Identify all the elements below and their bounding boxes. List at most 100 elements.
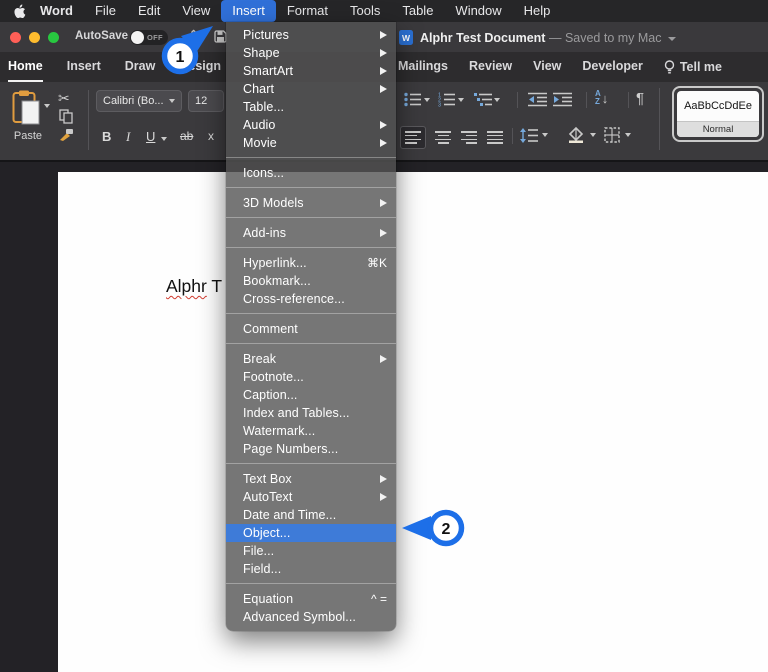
menubar-item-format[interactable]: Format [276, 0, 339, 22]
menu-item-chart[interactable]: Chart [226, 80, 396, 98]
menu-item-date-and-time[interactable]: Date and Time... [226, 506, 396, 524]
font-name-select[interactable]: Calibri (Bo... [96, 90, 182, 112]
font-name-chevron-icon [169, 99, 175, 103]
strikethrough-button[interactable]: ab [180, 129, 193, 143]
menu-item-smartart[interactable]: SmartArt [226, 62, 396, 80]
underline-chevron-icon[interactable] [161, 137, 167, 141]
truncated-word: T [211, 276, 222, 296]
menu-item-movie[interactable]: Movie [226, 134, 396, 152]
apple-icon[interactable] [9, 4, 29, 19]
menubar-item-view[interactable]: View [171, 0, 221, 22]
line-spacing-chevron-icon[interactable] [542, 133, 548, 137]
bullet-list-button[interactable] [404, 92, 421, 112]
style-card-normal[interactable]: AaBbCcDdEe Normal [672, 86, 764, 142]
menu-item-add-ins[interactable]: Add-ins [226, 224, 396, 242]
menu-item-index-and-tables[interactable]: Index and Tables... [226, 404, 396, 422]
borders-chevron-icon[interactable] [625, 133, 631, 137]
paste-icon[interactable] [12, 90, 42, 131]
menu-item-cross-reference[interactable]: Cross-reference... [226, 290, 396, 308]
cut-icon[interactable]: ✂ [58, 90, 70, 107]
callout-1-number: 1 [176, 49, 185, 66]
menu-separator [226, 187, 396, 188]
menu-item-advanced-symbol[interactable]: Advanced Symbol... [226, 608, 396, 626]
menubar-item-tools[interactable]: Tools [339, 0, 391, 22]
bullet-list-chevron-icon[interactable] [424, 98, 430, 102]
menu-item-autotext[interactable]: AutoText [226, 488, 396, 506]
menu-item-table[interactable]: Table... [226, 98, 396, 116]
callout-2-pointer-icon [402, 516, 431, 540]
menubar-item-table[interactable]: Table [391, 0, 444, 22]
tab-review[interactable]: Review [469, 52, 512, 82]
menu-item-hyperlink[interactable]: Hyperlink...⌘K [226, 254, 396, 272]
menubar-item-word[interactable]: Word [29, 0, 84, 22]
italic-button[interactable]: I [126, 129, 130, 145]
increase-indent-button[interactable] [553, 92, 572, 112]
menu-separator [226, 247, 396, 248]
menubar-item-window[interactable]: Window [444, 0, 512, 22]
minimize-window-button[interactable] [29, 32, 40, 43]
menu-item-watermark[interactable]: Watermark... [226, 422, 396, 440]
zoom-window-button[interactable] [48, 32, 59, 43]
numbered-list-button[interactable]: 123 [438, 92, 455, 112]
macos-menubar: WordFileEditViewInsertFormatToolsTableWi… [0, 0, 768, 22]
menubar-item-edit[interactable]: Edit [127, 0, 171, 22]
subscript-button[interactable]: x [208, 129, 214, 143]
align-right-button[interactable] [457, 127, 481, 148]
word-doc-icon: W [399, 30, 413, 45]
align-left-button[interactable] [400, 126, 426, 149]
submenu-arrow-icon [380, 85, 387, 93]
tab-mailings[interactable]: Mailings [398, 52, 448, 82]
tab-developer[interactable]: Developer [582, 52, 642, 82]
menu-item-object[interactable]: Object... [226, 524, 396, 542]
align-center-button[interactable] [431, 127, 455, 148]
menu-item-equation[interactable]: Equation^ = [226, 590, 396, 608]
tab-tell-me[interactable]: Tell me [664, 52, 722, 82]
menu-item-pictures[interactable]: Pictures [226, 26, 396, 44]
close-window-button[interactable] [10, 32, 21, 43]
menu-item-bookmark[interactable]: Bookmark... [226, 272, 396, 290]
paste-button-label[interactable]: Paste [10, 130, 46, 142]
sort-button[interactable]: AZ ↓ [595, 90, 608, 106]
menu-item-comment[interactable]: Comment [226, 320, 396, 338]
menu-separator [226, 217, 396, 218]
menubar-item-insert[interactable]: Insert [221, 0, 276, 22]
menu-item-page-numbers[interactable]: Page Numbers... [226, 440, 396, 458]
numbered-list-chevron-icon[interactable] [458, 98, 464, 102]
line-spacing-button[interactable] [520, 128, 538, 148]
multilevel-list-button[interactable] [474, 92, 492, 112]
bold-button[interactable]: B [102, 129, 111, 144]
tab-view[interactable]: View [533, 52, 561, 82]
font-size-select[interactable]: 12 [188, 90, 224, 112]
paragraph-mark-button[interactable]: ¶ [636, 90, 644, 107]
menu-item-icons[interactable]: Icons... [226, 164, 396, 182]
format-painter-icon[interactable] [58, 128, 74, 147]
paste-dropdown-chevron-icon[interactable] [44, 104, 50, 108]
shading-button[interactable] [566, 126, 586, 148]
menu-item-audio[interactable]: Audio [226, 116, 396, 134]
copy-icon[interactable] [59, 109, 73, 129]
tab-insert[interactable]: Insert [67, 52, 101, 82]
tab-draw[interactable]: Draw [125, 52, 156, 82]
insert-menu-items: PicturesShapeSmartArtChartTable...AudioM… [226, 26, 396, 626]
menu-item-text-box[interactable]: Text Box [226, 470, 396, 488]
submenu-arrow-icon [380, 49, 387, 57]
menu-item-footnote[interactable]: Footnote... [226, 368, 396, 386]
tab-home[interactable]: Home [8, 52, 43, 82]
decrease-indent-button[interactable] [528, 92, 547, 112]
title-chevron-icon[interactable] [668, 37, 676, 41]
menu-item-shape[interactable]: Shape [226, 44, 396, 62]
submenu-arrow-icon [380, 475, 387, 483]
menu-item-field[interactable]: Field... [226, 560, 396, 578]
multilevel-list-chevron-icon[interactable] [494, 98, 500, 102]
shading-chevron-icon[interactable] [590, 133, 596, 137]
menu-item-break[interactable]: Break [226, 350, 396, 368]
justify-button[interactable] [483, 127, 507, 148]
menubar-item-file[interactable]: File [84, 0, 127, 22]
borders-button[interactable] [604, 127, 620, 148]
document-page[interactable]: Alphr T [58, 172, 768, 672]
underline-button[interactable]: U [146, 129, 155, 144]
menu-item-caption[interactable]: Caption... [226, 386, 396, 404]
menubar-item-help[interactable]: Help [513, 0, 562, 22]
menu-item-file[interactable]: File... [226, 542, 396, 560]
menu-item-3d-models[interactable]: 3D Models [226, 194, 396, 212]
